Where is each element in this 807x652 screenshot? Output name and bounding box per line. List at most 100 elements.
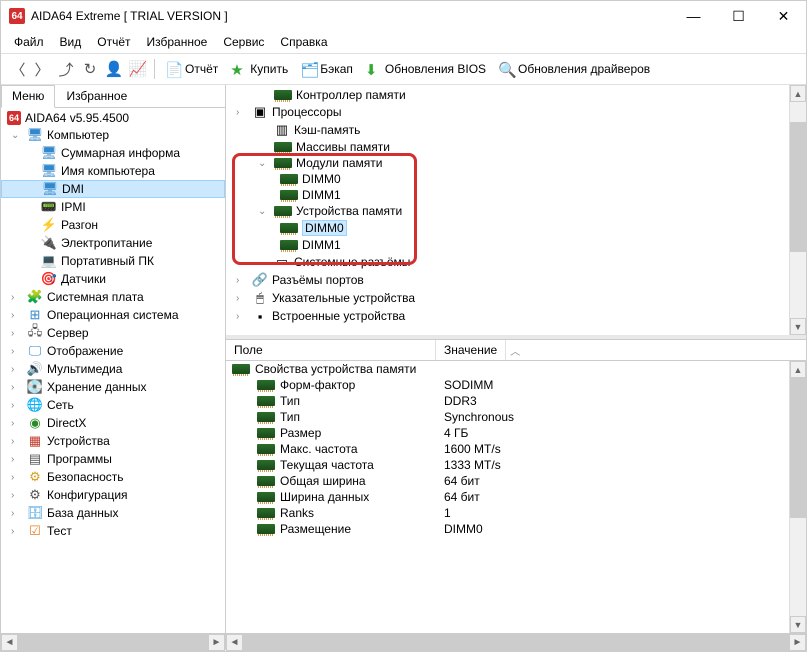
scroll-right-button[interactable]: ► <box>208 634 225 651</box>
tree-item[interactable]: ›🗄База данных <box>1 504 225 522</box>
nav-back-button[interactable]: 〈 <box>7 58 29 80</box>
scroll-up-button[interactable]: ▲ <box>790 85 806 102</box>
tree-item[interactable]: 🖥Имя компьютера <box>1 162 225 180</box>
tree-item[interactable]: DIMM0 <box>226 171 806 187</box>
right-hscrollbar[interactable]: ◄ ► <box>226 633 806 650</box>
tree-item[interactable]: ›💽Хранение данных <box>1 378 225 396</box>
header-collapse-icon[interactable]: ︿ <box>506 340 524 360</box>
details-list[interactable]: Свойства устройства памяти Форм-факторSO… <box>226 361 806 633</box>
tree-item[interactable]: ›◉DirectX <box>1 414 225 432</box>
nav-forward-button[interactable]: 〉 <box>31 58 53 80</box>
tree-item[interactable]: ⚡Разгон <box>1 216 225 234</box>
tree-item[interactable]: ›⚙Безопасность <box>1 468 225 486</box>
tree-item[interactable]: ›🌐Сеть <box>1 396 225 414</box>
detail-row[interactable]: Ranks1 <box>226 505 806 521</box>
scroll-left-button[interactable]: ◄ <box>1 634 18 651</box>
caret-right-icon: › <box>11 400 23 411</box>
backup-icon: 🗂 <box>300 61 316 77</box>
tree-item[interactable]: 📟IPMI <box>1 198 225 216</box>
scroll-thumb[interactable] <box>790 378 806 518</box>
tree-item[interactable]: DIMM0 <box>226 219 806 237</box>
scroll-thumb[interactable] <box>18 634 208 651</box>
driver-update-button[interactable]: 🔍Обновления драйверов <box>493 59 655 79</box>
tree-item[interactable]: ›▪Встроенные устройства <box>226 307 806 325</box>
tree-item[interactable]: ›▥Кэш-память <box>226 121 806 139</box>
tree-item[interactable]: ›🖵Отображение <box>1 342 225 360</box>
menu-view[interactable]: Вид <box>53 33 89 53</box>
tree-item[interactable]: 🔌Электропитание <box>1 234 225 252</box>
menu-help[interactable]: Справка <box>273 33 334 53</box>
maximize-button[interactable]: ☐ <box>716 1 761 31</box>
tree-item[interactable]: ›🧩Системная плата <box>1 288 225 306</box>
detail-row[interactable]: РазмещениеDIMM0 <box>226 521 806 537</box>
tree-item[interactable]: ⌄Модули памяти <box>226 155 806 171</box>
scroll-down-button[interactable]: ▼ <box>790 616 806 633</box>
scroll-up-button[interactable]: ▲ <box>790 361 806 378</box>
minimize-button[interactable]: — <box>671 1 716 31</box>
tree-item[interactable]: 🖥Суммарная информа <box>1 144 225 162</box>
tree-item[interactable]: ›Массивы памяти <box>226 139 806 155</box>
tree-item[interactable]: ›🖱Указательные устройства <box>226 289 806 307</box>
scroll-left-button[interactable]: ◄ <box>226 634 243 651</box>
menu-report[interactable]: Отчёт <box>90 33 137 53</box>
menu-file[interactable]: Файл <box>7 33 51 53</box>
tree-item[interactable]: 💻Портативный ПК <box>1 252 225 270</box>
close-button[interactable]: ✕ <box>761 1 806 31</box>
tree-item[interactable]: ›🖧Сервер <box>1 324 225 342</box>
bios-update-button[interactable]: ⬇Обновления BIOS <box>360 59 491 79</box>
tree-item[interactable]: 🖥DMI <box>1 180 225 198</box>
right-vscrollbar[interactable]: ▲ ▼ <box>789 85 806 335</box>
nav-up-button[interactable]: ⤴ <box>55 58 77 80</box>
header-value[interactable]: Значение <box>436 340 506 360</box>
menu-favorites[interactable]: Избранное <box>140 33 215 53</box>
detail-row[interactable]: Ширина данных64 бит <box>226 489 806 505</box>
detail-row[interactable]: Текущая частота1333 MT/s <box>226 457 806 473</box>
tree-label: Разгон <box>61 218 98 232</box>
buy-button[interactable]: ★Купить <box>225 59 293 79</box>
tree-item[interactable]: 🎯Датчики <box>1 270 225 288</box>
database-icon: 🗄 <box>27 505 43 521</box>
field-label: Ширина данных <box>280 490 369 504</box>
tree-item[interactable]: ›🔗Разъёмы портов <box>226 271 806 289</box>
tree-label: Программы <box>47 452 112 466</box>
tree-item[interactable]: ›▦Устройства <box>1 432 225 450</box>
header-field[interactable]: Поле <box>226 340 436 360</box>
tree-item[interactable]: ⌄Устройства памяти <box>226 203 806 219</box>
tree-item[interactable]: DIMM1 <box>226 187 806 203</box>
scroll-down-button[interactable]: ▼ <box>790 318 806 335</box>
tab-favorites[interactable]: Избранное <box>55 85 138 107</box>
details-vscrollbar[interactable]: ▲ ▼ <box>789 361 806 633</box>
detail-row[interactable]: Общая ширина64 бит <box>226 473 806 489</box>
gear-icon: ⚙ <box>27 487 43 503</box>
tree-item[interactable]: ›☑Тест <box>1 522 225 540</box>
menu-service[interactable]: Сервис <box>216 33 271 53</box>
tree-root[interactable]: 64 AIDA64 v5.95.4500 <box>1 110 225 126</box>
report-button[interactable]: 📄Отчёт <box>160 59 223 79</box>
refresh-button[interactable]: ↻ <box>79 58 101 80</box>
tree-item[interactable]: ›▭Системные разъёмы <box>226 253 806 271</box>
tree-item[interactable]: ›⚙Конфигурация <box>1 486 225 504</box>
tree-item[interactable]: DIMM1 <box>226 237 806 253</box>
detail-row[interactable]: Размер4 ГБ <box>226 425 806 441</box>
scroll-thumb[interactable] <box>243 634 789 651</box>
right-tree[interactable]: ›Контроллер памяти›▣Процессоры›▥Кэш-памя… <box>226 85 806 327</box>
detail-row[interactable]: Макс. частота1600 MT/s <box>226 441 806 457</box>
scroll-right-button[interactable]: ► <box>789 634 806 651</box>
scroll-thumb[interactable] <box>790 122 806 252</box>
backup-button[interactable]: 🗂Бэкап <box>295 59 358 79</box>
detail-group[interactable]: Свойства устройства памяти <box>226 361 806 377</box>
detail-row[interactable]: ТипDDR3 <box>226 393 806 409</box>
left-hscrollbar[interactable]: ◄ ► <box>1 633 225 650</box>
detail-row[interactable]: Форм-факторSODIMM <box>226 377 806 393</box>
tree-item[interactable]: ›Контроллер памяти <box>226 87 806 103</box>
tab-menu[interactable]: Меню <box>1 85 55 108</box>
tree-item[interactable]: ›▤Программы <box>1 450 225 468</box>
tree-item-computer[interactable]: ⌄ 🖥 Компьютер <box>1 126 225 144</box>
user-icon[interactable]: 👤 <box>103 58 125 80</box>
menubar: Файл Вид Отчёт Избранное Сервис Справка <box>1 33 806 53</box>
tree-item[interactable]: ›🔊Мультимедиа <box>1 360 225 378</box>
tree-item[interactable]: ›▣Процессоры <box>226 103 806 121</box>
left-tree[interactable]: 64 AIDA64 v5.95.4500 ⌄ 🖥 Компьютер 🖥Сумм… <box>1 108 225 633</box>
detail-row[interactable]: ТипSynchronous <box>226 409 806 425</box>
chart-icon[interactable]: 📈 <box>127 58 149 80</box>
